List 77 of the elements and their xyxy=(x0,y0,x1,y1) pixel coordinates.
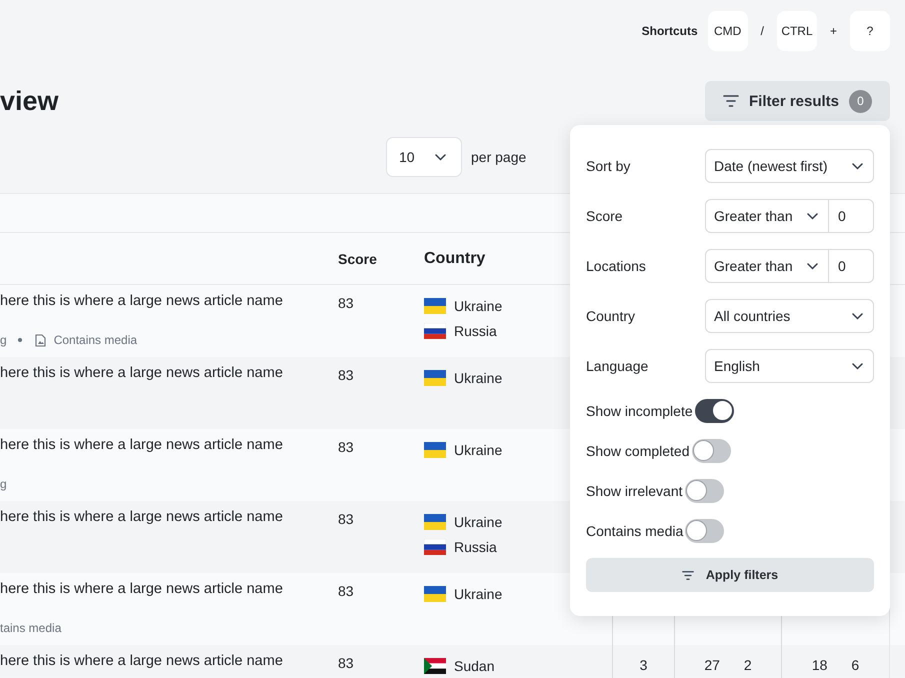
shortcuts-label: Shortcuts xyxy=(642,24,698,38)
meta-text: tains media xyxy=(0,621,62,635)
filter-icon xyxy=(682,570,694,580)
article-title[interactable]: here this is where a large news article name xyxy=(0,653,320,669)
score-cell-text: 83 xyxy=(337,366,355,385)
toggle-switch[interactable] xyxy=(694,399,734,423)
dropdown[interactable]: Date (newest first) xyxy=(705,149,874,183)
country-name: Sudan xyxy=(454,658,494,674)
operator-dropdown[interactable]: Greater than xyxy=(705,199,829,233)
key-separator: / xyxy=(760,24,764,38)
flag-icon xyxy=(424,514,446,530)
filter-label: Language xyxy=(586,358,648,374)
score-cell-text: 83 xyxy=(337,438,355,457)
flag-icon xyxy=(424,322,446,338)
meta-text: Contains media xyxy=(54,333,138,347)
filter-results-button[interactable]: Filter results 0 xyxy=(705,81,890,121)
table-cell-text: 6 xyxy=(851,657,860,675)
table-cell-text: 2 xyxy=(744,657,752,675)
filter-label: Show completed xyxy=(586,443,690,459)
score-cell-text: 83 xyxy=(337,510,355,529)
keyboard-key: CMD xyxy=(708,11,748,51)
filter-label: Show irrelevant xyxy=(586,483,682,499)
country-name: Ukraine xyxy=(454,298,502,314)
score-cell-text: 83 xyxy=(337,654,355,673)
flag-icon xyxy=(424,658,446,674)
country-name: Ukraine xyxy=(454,586,502,602)
keyboard-key: ? xyxy=(850,11,890,51)
score-cell-text: 83 xyxy=(337,294,355,313)
number-field[interactable]: 0 xyxy=(829,199,874,233)
table-cell-text: 27 xyxy=(704,657,720,675)
article-title[interactable]: here this is where a large news article name xyxy=(0,365,320,381)
article-title[interactable]: here this is where a large news article name xyxy=(0,437,320,453)
per-page-select[interactable]: 10 xyxy=(386,137,462,177)
table-cell-text: 3 xyxy=(640,657,648,675)
filter-label: Score xyxy=(586,208,623,224)
apply-filters-button[interactable]: Apply filters xyxy=(586,558,874,592)
score-cell-text: 83 xyxy=(337,582,355,601)
count-badge: 0 xyxy=(849,90,872,112)
flag-icon xyxy=(424,370,446,386)
flag-icon xyxy=(424,538,446,554)
table-cell-text: 18 xyxy=(812,657,828,675)
number-field[interactable]: 0 xyxy=(829,249,874,283)
keyboard-key: CTRL xyxy=(776,11,817,51)
column-header: Score xyxy=(337,250,378,268)
filter-label: Sort by xyxy=(586,158,630,174)
chevron-down-icon xyxy=(807,262,818,270)
article-title[interactable]: here this is where a large news article name xyxy=(0,581,320,597)
filter-label: Contains media xyxy=(586,523,684,539)
article-title[interactable]: here this is where a large news article name xyxy=(0,293,320,309)
key-separator: + xyxy=(830,24,837,38)
filter-label: Country xyxy=(586,308,636,324)
operator-dropdown[interactable]: Greater than xyxy=(705,249,829,283)
chevron-down-icon xyxy=(852,362,863,370)
flag-icon xyxy=(424,442,446,458)
meta-text: g xyxy=(0,477,7,491)
separator-dot xyxy=(18,338,22,342)
chevron-down-icon xyxy=(435,154,446,160)
article-title[interactable]: here this is where a large news article name xyxy=(0,509,320,525)
filter-label: Locations xyxy=(586,258,646,274)
page-title: view xyxy=(0,86,59,116)
meta-text: g xyxy=(0,333,7,347)
dropdown[interactable]: English xyxy=(705,349,874,383)
filter-label: Show incomplete xyxy=(586,403,693,419)
country-name: Ukraine xyxy=(454,370,502,386)
filter-icon xyxy=(722,94,739,108)
country-name: Russia xyxy=(454,322,497,338)
flag-icon xyxy=(424,298,446,314)
flag-icon xyxy=(424,586,446,602)
country-name: Russia xyxy=(454,538,497,554)
chevron-down-icon xyxy=(852,312,863,320)
image-file-icon xyxy=(34,334,46,346)
country-name: Ukraine xyxy=(454,442,502,458)
chevron-down-icon xyxy=(807,212,818,220)
chevron-down-icon xyxy=(852,162,863,170)
dropdown[interactable]: All countries xyxy=(705,299,874,333)
country-name: Ukraine xyxy=(454,514,502,530)
per-page-label: per page xyxy=(471,149,526,165)
